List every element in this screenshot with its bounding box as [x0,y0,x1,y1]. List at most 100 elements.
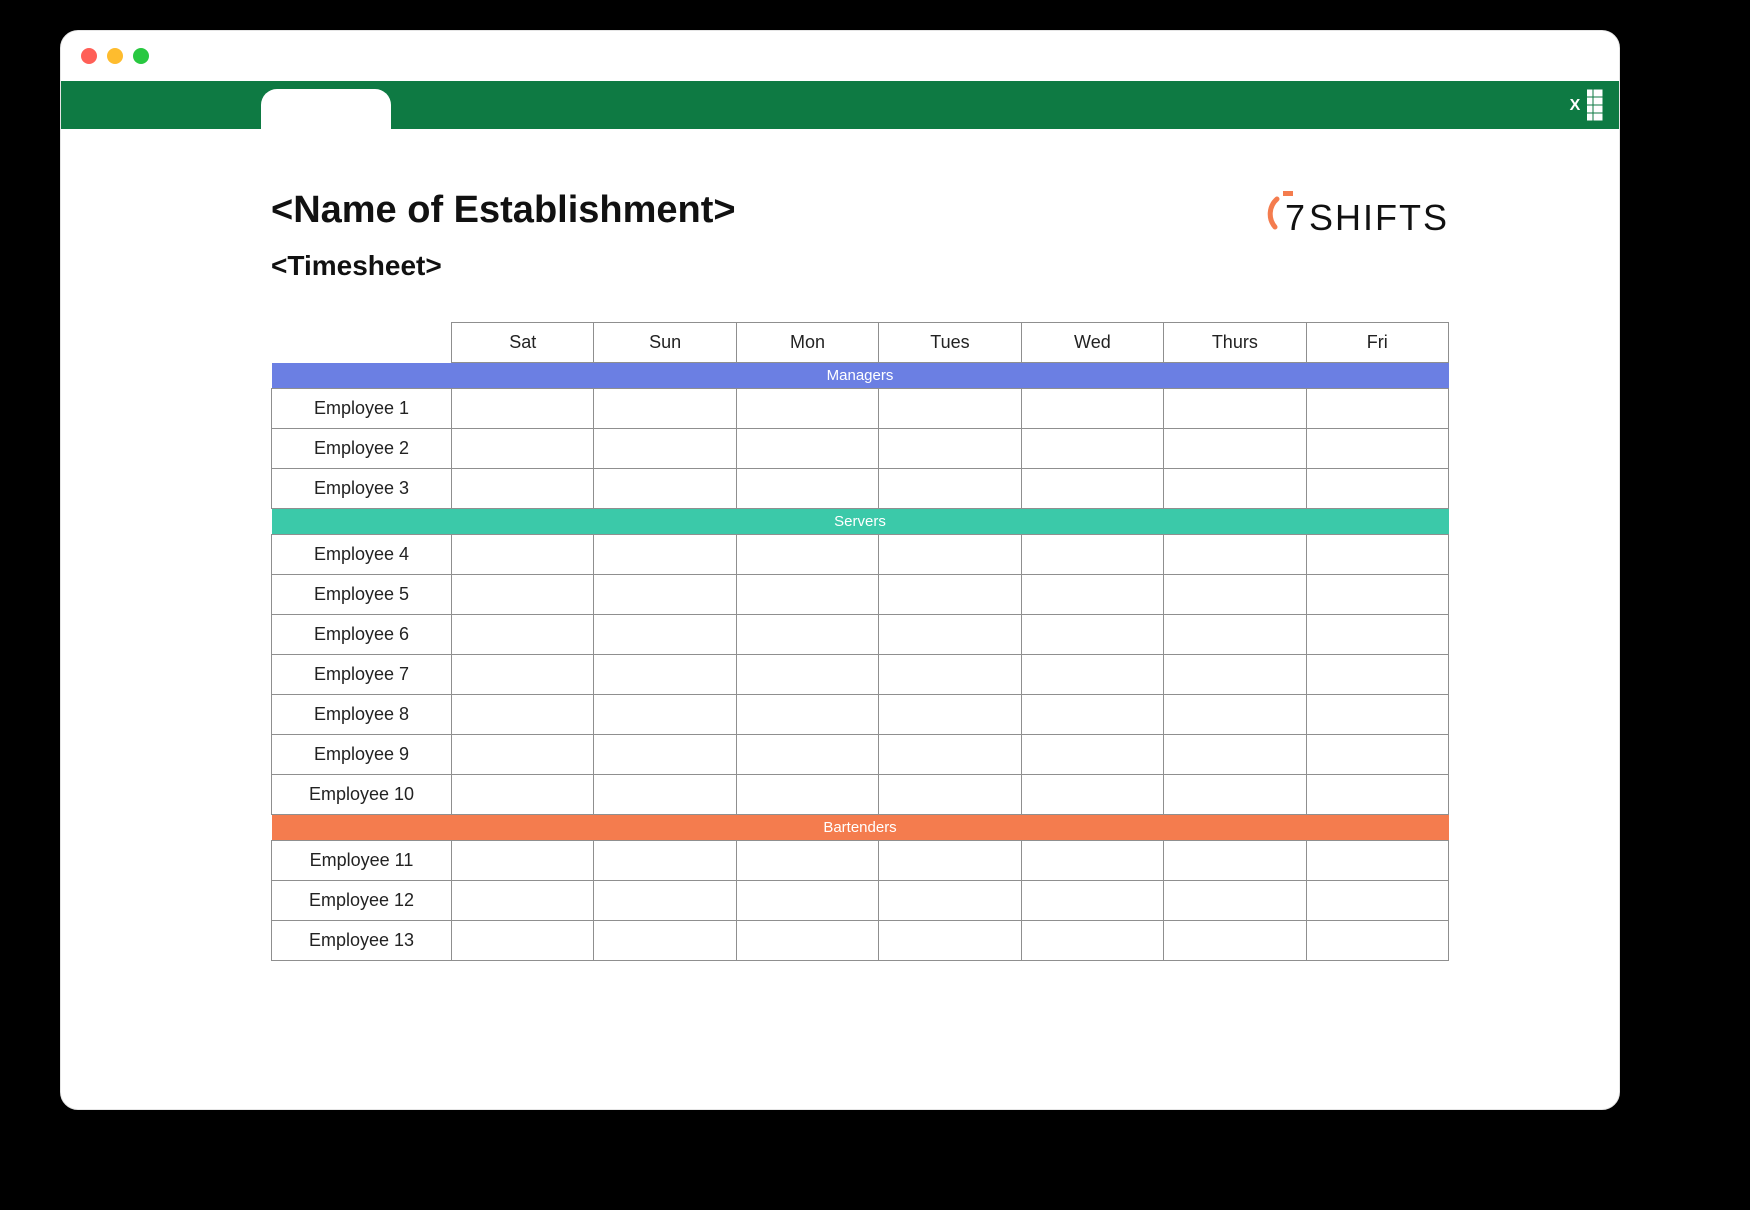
timesheet-cell[interactable] [1306,615,1448,655]
timesheet-cell[interactable] [452,469,594,509]
timesheet-cell[interactable] [879,841,1021,881]
timesheet-cell[interactable] [1164,735,1306,775]
timesheet-cell[interactable] [452,775,594,815]
employee-name: Employee 10 [272,775,452,815]
timesheet-cell[interactable] [1306,775,1448,815]
timesheet-cell[interactable] [1021,389,1163,429]
timesheet-cell[interactable] [736,575,878,615]
timesheet-cell[interactable] [879,775,1021,815]
timesheet-cell[interactable] [452,695,594,735]
timesheet-cell[interactable] [452,389,594,429]
timesheet-cell[interactable] [1021,655,1163,695]
timesheet-cell[interactable] [452,881,594,921]
timesheet-cell[interactable] [1164,695,1306,735]
timesheet-cell[interactable] [1021,615,1163,655]
timesheet-cell[interactable] [1164,469,1306,509]
timesheet-cell[interactable] [1021,695,1163,735]
timesheet-cell[interactable] [452,735,594,775]
timesheet-cell[interactable] [594,535,736,575]
timesheet-cell[interactable] [736,881,878,921]
timesheet-cell[interactable] [1306,655,1448,695]
timesheet-cell[interactable] [1164,575,1306,615]
timesheet-cell[interactable] [452,615,594,655]
timesheet-cell[interactable] [1306,735,1448,775]
timesheet-cell[interactable] [1306,695,1448,735]
timesheet-cell[interactable] [879,535,1021,575]
timesheet-cell[interactable] [1306,469,1448,509]
timesheet-cell[interactable] [594,615,736,655]
timesheet-cell[interactable] [1164,841,1306,881]
timesheet-cell[interactable] [1306,921,1448,961]
timesheet-cell[interactable] [1306,841,1448,881]
timesheet-cell[interactable] [452,921,594,961]
timesheet-cell[interactable] [1021,881,1163,921]
employee-name: Employee 1 [272,389,452,429]
timesheet-cell[interactable] [1306,535,1448,575]
timesheet-cell[interactable] [1021,775,1163,815]
maximize-icon[interactable] [133,48,149,64]
timesheet-cell[interactable] [736,535,878,575]
timesheet-cell[interactable] [1021,469,1163,509]
timesheet-cell[interactable] [594,841,736,881]
timesheet-cell[interactable] [1021,921,1163,961]
timesheet-cell[interactable] [1164,389,1306,429]
employee-name: Employee 13 [272,921,452,961]
employee-name: Employee 3 [272,469,452,509]
timesheet-cell[interactable] [594,429,736,469]
timesheet-cell[interactable] [1306,881,1448,921]
timesheet-cell[interactable] [879,389,1021,429]
timesheet-cell[interactable] [594,655,736,695]
timesheet-cell[interactable] [594,469,736,509]
timesheet-cell[interactable] [736,615,878,655]
timesheet-cell[interactable] [1021,841,1163,881]
timesheet-cell[interactable] [452,841,594,881]
active-tab[interactable] [261,89,391,129]
minimize-icon[interactable] [107,48,123,64]
timesheet-cell[interactable] [452,575,594,615]
timesheet-cell[interactable] [1306,575,1448,615]
timesheet-cell[interactable] [594,735,736,775]
timesheet-cell[interactable] [1306,389,1448,429]
timesheet-cell[interactable] [594,921,736,961]
timesheet-cell[interactable] [1164,535,1306,575]
timesheet-cell[interactable] [736,841,878,881]
timesheet-cell[interactable] [736,695,878,735]
timesheet-cell[interactable] [736,655,878,695]
app-window: X <Name of Establishment> <Timesheet> 7 … [60,30,1620,1110]
timesheet-cell[interactable] [1164,921,1306,961]
timesheet-cell[interactable] [1021,535,1163,575]
timesheet-cell[interactable] [736,735,878,775]
close-icon[interactable] [81,48,97,64]
timesheet-cell[interactable] [594,575,736,615]
timesheet-cell[interactable] [1021,429,1163,469]
timesheet-cell[interactable] [1164,775,1306,815]
timesheet-cell[interactable] [1164,881,1306,921]
timesheet-cell[interactable] [1306,429,1448,469]
timesheet-cell[interactable] [879,695,1021,735]
timesheet-cell[interactable] [736,389,878,429]
timesheet-cell[interactable] [1164,615,1306,655]
timesheet-cell[interactable] [594,881,736,921]
timesheet-cell[interactable] [594,389,736,429]
timesheet-cell[interactable] [879,429,1021,469]
timesheet-cell[interactable] [452,535,594,575]
timesheet-cell[interactable] [736,775,878,815]
timesheet-cell[interactable] [1164,429,1306,469]
timesheet-cell[interactable] [879,881,1021,921]
timesheet-cell[interactable] [736,921,878,961]
timesheet-cell[interactable] [452,429,594,469]
timesheet-cell[interactable] [879,921,1021,961]
timesheet-cell[interactable] [594,775,736,815]
timesheet-cell[interactable] [594,695,736,735]
timesheet-cell[interactable] [1021,735,1163,775]
timesheet-cell[interactable] [879,575,1021,615]
timesheet-cell[interactable] [879,655,1021,695]
timesheet-cell[interactable] [736,469,878,509]
timesheet-cell[interactable] [879,469,1021,509]
timesheet-cell[interactable] [1021,575,1163,615]
timesheet-cell[interactable] [879,615,1021,655]
timesheet-cell[interactable] [879,735,1021,775]
timesheet-cell[interactable] [1164,655,1306,695]
timesheet-cell[interactable] [736,429,878,469]
timesheet-cell[interactable] [452,655,594,695]
